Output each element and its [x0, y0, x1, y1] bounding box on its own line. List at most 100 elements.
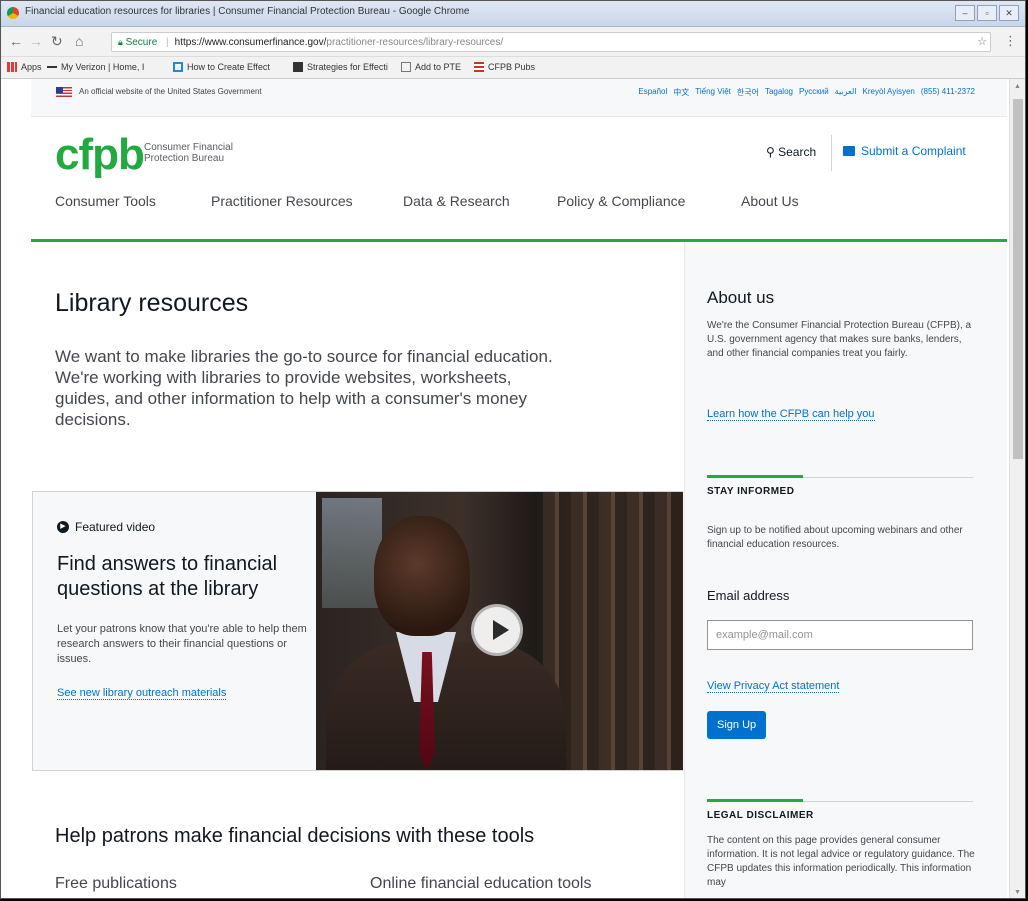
search-label: Search — [778, 145, 817, 159]
close-icon[interactable]: ✕ — [999, 5, 1019, 21]
gov-banner: An official website of the United States… — [31, 79, 1007, 117]
secure-label: Secure — [125, 37, 158, 48]
phone-number[interactable]: (855) 411-2372 — [921, 87, 975, 98]
legal-disclaimer-text: The content on this page provides genera… — [707, 835, 975, 888]
lead-paragraph: We want to make libraries the go-to sour… — [55, 347, 553, 429]
minimize-icon[interactable]: – — [955, 5, 975, 21]
scroll-down-icon[interactable]: ▼ — [1014, 889, 1021, 896]
lock-icon: 🔒︎ — [118, 37, 123, 47]
featured-label-text: Featured video — [75, 520, 156, 534]
scrollbar-thumb[interactable] — [1013, 99, 1023, 459]
nav-data-research[interactable]: Data & Research — [403, 193, 510, 209]
bookmark-cfpb-pubs[interactable]: CFPB Pubs — [474, 62, 535, 72]
url-path: practitioner-resources/library-resources… — [326, 37, 504, 48]
video-thumbnail[interactable] — [316, 492, 683, 770]
bookmark-label: Apps — [21, 62, 42, 72]
header-divider — [831, 135, 832, 171]
lang-link-tagalog[interactable]: Tagalog — [765, 87, 793, 98]
bookmark-label: Add to PTE — [415, 62, 462, 72]
search-button[interactable]: ⚲ Search — [766, 145, 816, 159]
separator: | — [166, 37, 169, 48]
online-tools-heading: Online financial education tools — [370, 875, 592, 892]
us-flag-icon — [56, 87, 72, 97]
free-publications-heading: Free publications — [55, 875, 177, 892]
bookmark-create-effect[interactable]: How to Create Effect — [173, 62, 270, 72]
bookmark-label: CFPB Pubs — [488, 62, 536, 72]
bookmark-add-to-pte[interactable]: Add to PTE — [401, 62, 461, 72]
document-icon — [401, 62, 411, 72]
address-bar: ← → ↻ ⌂ 🔒︎ Secure | https://www.consumerf… — [1, 27, 1025, 57]
scroll-up-icon[interactable]: ▲ — [1014, 83, 1021, 90]
video-background-window — [322, 498, 382, 608]
bookmark-label: Strategies for Effecti — [307, 62, 388, 72]
title-bar: Financial education resources for librar… — [1, 1, 1025, 27]
menu-icon[interactable]: ⋮ — [1004, 33, 1017, 49]
back-icon[interactable]: ← — [9, 33, 23, 49]
outreach-materials-link[interactable]: See new library outreach materials — [57, 687, 227, 700]
sidebar: About us We're the Consumer Financial Pr… — [684, 242, 1007, 898]
sign-up-button[interactable]: Sign Up — [707, 711, 767, 739]
logo-line-2: Protection Bureau — [144, 153, 225, 164]
lang-link-chinese[interactable]: 中文 — [673, 87, 689, 98]
browser-window: Financial education resources for librar… — [0, 0, 1026, 899]
page-scrollbar[interactable]: ▲ ▼ — [1009, 79, 1025, 898]
dash-icon — [47, 66, 57, 68]
language-links: Español 中文 Tiếng Việt 한국어 Tagalog Русски… — [638, 87, 975, 98]
bookmark-strategies[interactable]: Strategies for Effecti — [293, 62, 388, 72]
bookmark-label: How to Create Effect — [187, 62, 270, 72]
page-icon — [173, 62, 183, 72]
complaint-icon — [843, 146, 855, 156]
apps-grid-icon — [7, 62, 17, 72]
nav-about-us[interactable]: About Us — [741, 193, 799, 209]
email-label: Email address — [707, 588, 790, 603]
search-icon: ⚲ — [766, 145, 779, 159]
submit-complaint-link[interactable]: Submit a Complaint — [843, 144, 966, 158]
complaint-label: Submit a Complaint — [861, 144, 966, 158]
lang-link-arabic[interactable]: العربية — [835, 87, 857, 98]
page-title: Library resources — [55, 289, 249, 317]
home-icon[interactable]: ⌂ — [75, 33, 83, 49]
learn-how-link[interactable]: Learn how the CFPB can help you — [707, 408, 875, 421]
chrome-icon — [7, 7, 19, 19]
stay-informed-text: Sign up to be notified about upcoming we… — [707, 525, 963, 550]
lang-link-russian[interactable]: Русский — [799, 87, 829, 98]
bookmark-site-icon — [293, 62, 303, 72]
nav-practitioner-resources[interactable]: Practitioner Resources — [211, 193, 353, 209]
stay-informed-rule — [707, 475, 973, 478]
lang-link-haitian-creole[interactable]: Kreyòl Ayisyen — [863, 87, 915, 98]
logo-line-1: Consumer Financial — [144, 142, 233, 153]
url-host: https://www.consumerfinance.gov/ — [174, 37, 327, 48]
featured-video-card: ▶ Featured video Find answers to financi… — [32, 491, 683, 771]
privacy-act-link[interactable]: View Privacy Act statement — [707, 680, 840, 693]
email-input[interactable] — [707, 620, 973, 650]
legal-disclaimer-rule — [707, 799, 973, 802]
window-title: Financial education resources for librar… — [25, 6, 470, 17]
cfpb-logo[interactable]: cfpb — [55, 133, 145, 177]
maximize-icon[interactable]: ▫ — [977, 5, 997, 21]
video-play-icon[interactable] — [471, 604, 523, 656]
video-person-head — [374, 516, 470, 636]
about-us-text: We're the Consumer Financial Protection … — [707, 320, 972, 359]
nav-policy-compliance[interactable]: Policy & Compliance — [557, 193, 685, 209]
bookmark-star-icon[interactable]: ☆ — [977, 33, 990, 51]
window-controls: – ▫ ✕ — [953, 5, 1019, 21]
url-field[interactable]: 🔒︎ Secure | https://www.consumerfinance.g… — [111, 32, 991, 52]
featured-body: Let your patrons know that you're able t… — [57, 623, 307, 665]
official-site-text: An official website of the United States… — [79, 87, 262, 96]
bookmarks-bar: Apps My Verizon | Home, I How to Create … — [1, 57, 1025, 79]
lang-link-vietnamese[interactable]: Tiếng Việt — [695, 87, 731, 98]
featured-title: Find answers to financial questions at t… — [57, 553, 278, 600]
lang-link-spanish[interactable]: Español — [638, 87, 667, 98]
play-circle-icon: ▶ — [57, 521, 69, 533]
stay-informed-label: STAY INFORMED — [707, 486, 795, 497]
bookmark-label: My Verizon | Home, I — [61, 62, 145, 72]
forward-icon[interactable]: → — [29, 33, 43, 49]
nav-consumer-tools[interactable]: Consumer Tools — [55, 193, 156, 209]
bookmark-verizon[interactable]: My Verizon | Home, I — [47, 62, 144, 72]
tools-section-title: Help patrons make financial decisions wi… — [55, 825, 535, 847]
reload-icon[interactable]: ↻ — [51, 33, 63, 49]
web-page: An official website of the United States… — [31, 79, 1007, 898]
lang-link-korean[interactable]: 한국어 — [737, 87, 759, 98]
bookmark-apps[interactable]: Apps — [7, 62, 42, 72]
about-us-heading: About us — [707, 288, 775, 307]
